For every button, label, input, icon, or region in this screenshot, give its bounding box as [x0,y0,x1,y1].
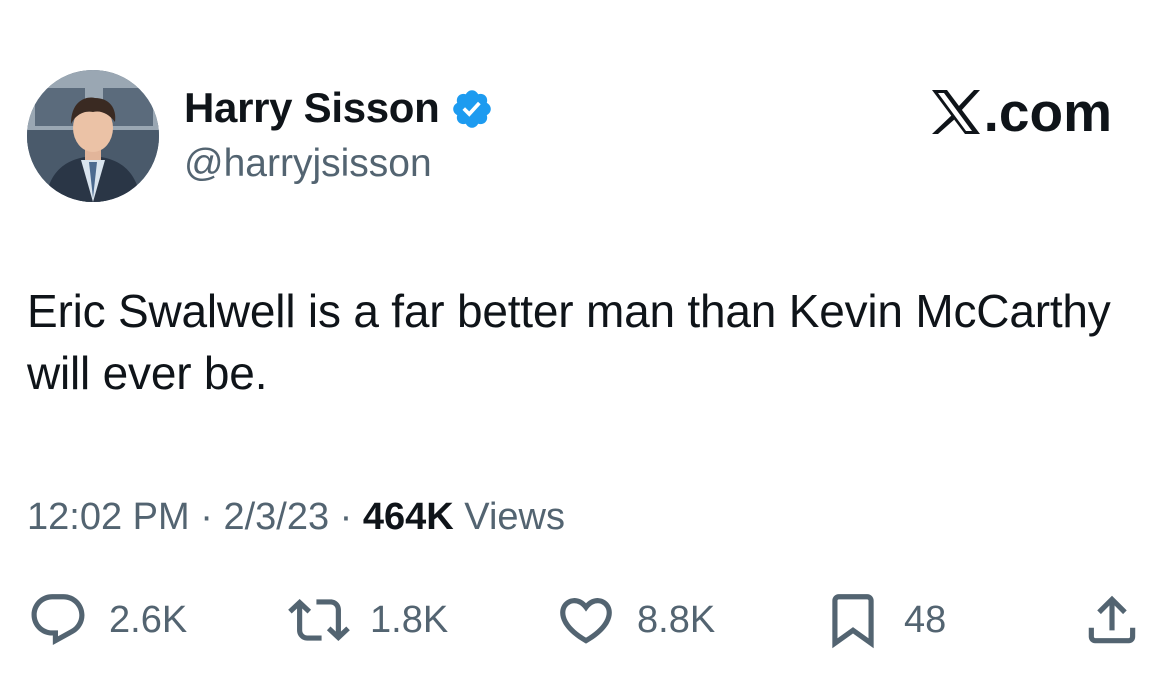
tweet-card: Harry Sisson @harryjsisson .com Eric Swa… [0,0,1170,689]
avatar-photo [27,70,159,202]
share-icon [1081,589,1143,651]
tweet-text: Eric Swalwell is a far better man than K… [27,285,1111,399]
tweet-date[interactable]: 2/3/23 [223,496,329,538]
reply-button[interactable]: 2.6K [27,588,187,652]
reply-count: 2.6K [109,599,188,641]
tweet-time[interactable]: 12:02 PM [27,496,190,538]
retweet-count: 1.8K [370,599,449,641]
author-display-name[interactable]: Harry Sisson [184,82,440,134]
tweet-meta: 12:02 PM · 2/3/23 · 464K Views [27,492,565,542]
author-handle[interactable]: @harryjsisson [184,140,432,188]
views-label: Views [464,496,565,538]
meta-separator: · [339,496,353,538]
share-button[interactable] [1081,588,1143,652]
like-button[interactable]: 8.8K [555,588,715,652]
brand-domain-label: .com [983,81,1112,143]
bookmark-button[interactable]: 48 [822,588,946,652]
avatar[interactable] [27,70,159,202]
verified-badge-icon [450,87,494,131]
reply-icon [27,589,89,651]
tweet-actions-bar: 2.6K 1.8K 8.8K 48 [27,588,1143,652]
like-count: 8.8K [637,599,716,641]
bookmark-icon [822,589,884,651]
views-count: 464K [362,496,454,538]
meta-separator: · [200,496,213,538]
heart-icon [555,589,617,651]
author-name-row: Harry Sisson [184,82,494,134]
retweet-icon [288,589,350,651]
retweet-button[interactable]: 1.8K [288,588,448,652]
bookmark-count: 48 [904,599,947,641]
brand-watermark: .com [930,82,1112,142]
x-logo-icon [930,87,982,137]
